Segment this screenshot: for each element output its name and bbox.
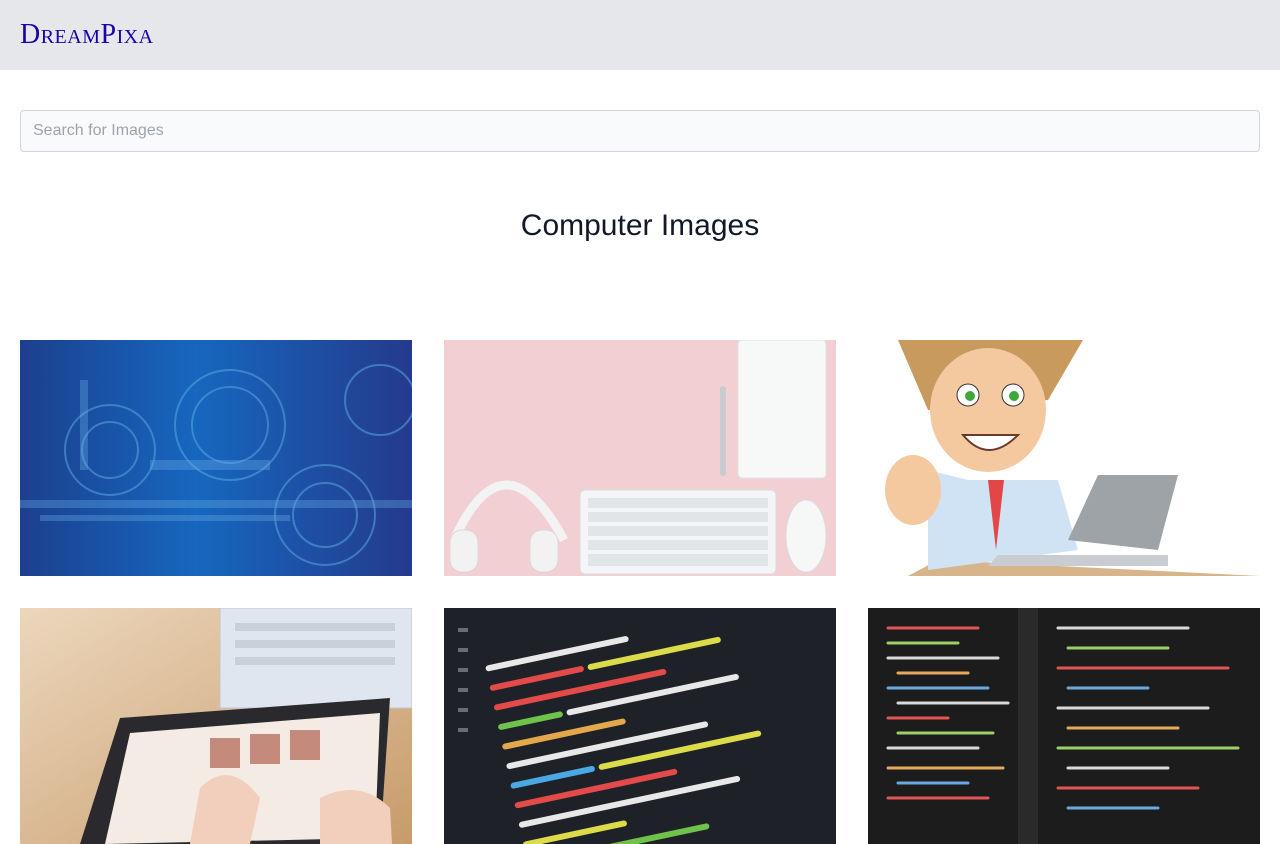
- desk-headphones-keyboard-image: [444, 340, 836, 576]
- image-card[interactable]: [20, 608, 412, 844]
- page-title: Computer Images: [520, 209, 760, 242]
- tablet-hands-image: [20, 608, 412, 844]
- search-input[interactable]: [20, 110, 1260, 152]
- image-card[interactable]: [868, 340, 1260, 576]
- image-card[interactable]: [444, 340, 836, 576]
- brand-logo[interactable]: DreamPixa: [20, 18, 154, 52]
- image-card[interactable]: [868, 608, 1260, 844]
- navbar: DreamPixa: [0, 0, 1280, 70]
- image-card[interactable]: [444, 608, 836, 844]
- cartoon-man-laptop-image: [868, 340, 1260, 576]
- code-editor-image: [868, 608, 1260, 844]
- image-grid: [20, 340, 1260, 844]
- code-screen-image: [444, 608, 836, 844]
- image-card[interactable]: [20, 340, 412, 576]
- circuit-gears-image: [20, 340, 412, 576]
